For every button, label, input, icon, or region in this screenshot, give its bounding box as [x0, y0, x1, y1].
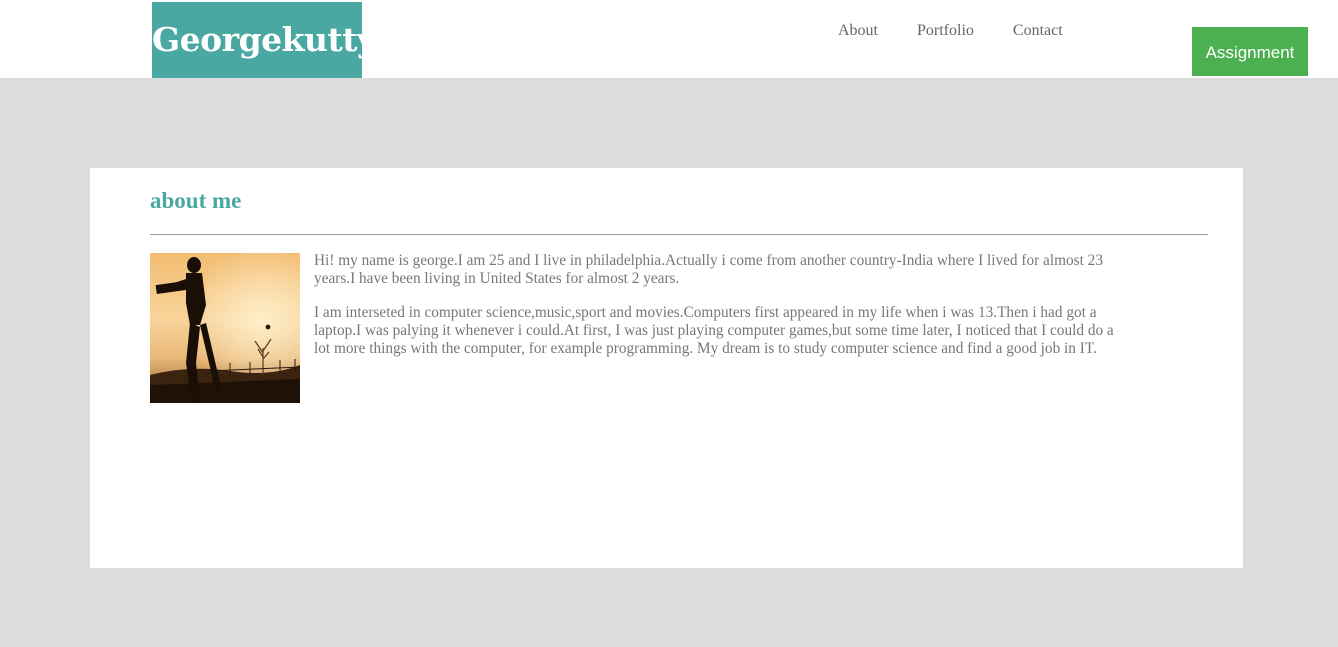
about-panel: about me Hi! my name is george.I am 25 a… — [90, 168, 1243, 568]
bio-paragraph-1: Hi! my name is george.I am 25 and I live… — [314, 252, 1103, 287]
bio-text: Hi! my name is george.I am 25 and I live… — [314, 252, 1114, 374]
assignment-button[interactable]: Assignment — [1192, 27, 1308, 76]
nav-link-contact[interactable]: Contact — [1013, 22, 1063, 40]
cricket-player-photo — [150, 253, 300, 403]
site-logo[interactable]: Georgekutty — [152, 2, 376, 78]
nav-link-portfolio[interactable]: Portfolio — [917, 22, 974, 40]
site-header: Georgekutty About Portfolio Contact Assi… — [0, 0, 1338, 78]
profile-photo — [150, 253, 300, 403]
nav-link-about[interactable]: About — [838, 22, 878, 40]
bio-paragraph-2: I am interseted in computer science,musi… — [314, 304, 1114, 357]
section-title: about me — [150, 188, 242, 213]
section-divider — [150, 234, 1208, 235]
main-nav: About Portfolio Contact — [838, 22, 1102, 40]
